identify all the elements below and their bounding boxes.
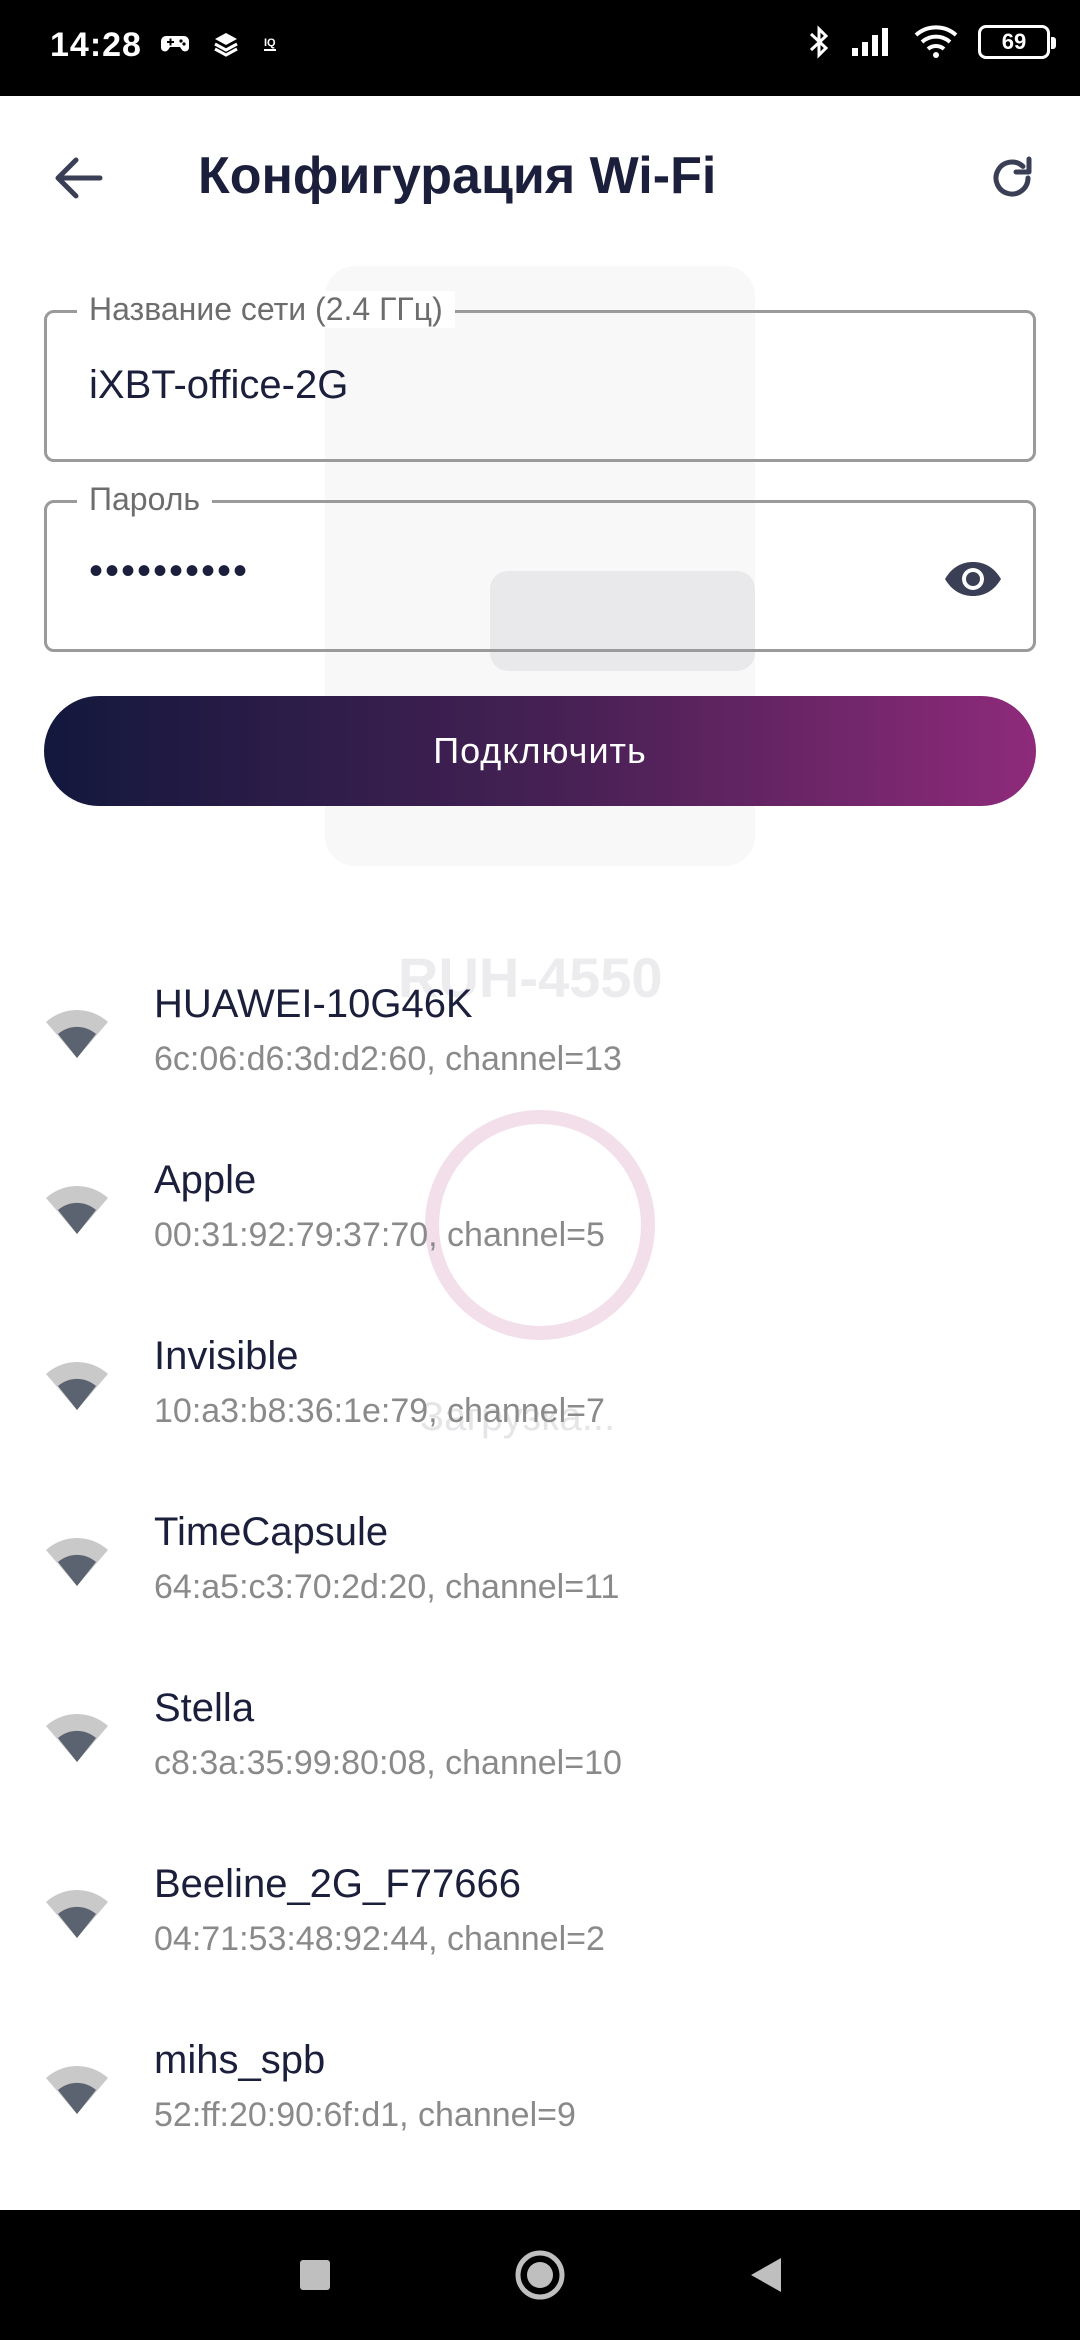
gamepad-icon [161,36,189,52]
refresh-icon [993,156,1032,197]
network-item[interactable]: mihs_spb 52:ff:20:90:6f:d1, channel=9 [0,2016,1080,2192]
wifi-signal-icon [46,1713,108,1762]
password-value[interactable]: •••••••••• [89,549,249,594]
refresh-button[interactable] [974,140,1050,216]
wifi-signal-icon [46,2065,108,2114]
svg-text:IQ: IQ [264,37,276,49]
network-name: Apple [154,1158,257,1202]
network-info: 10:a3:b8:36:1e:79, channel=7 [154,1392,605,1430]
arrow-left-icon [55,157,103,199]
eye-icon [945,562,1001,596]
status-bar: 14:28 IQ 69 [0,0,1080,96]
network-name: Invisible [154,1334,299,1378]
ssid-label: Название сети (2.4 ГГц) [77,291,455,328]
ssid-value[interactable]: iXBT-office-2G [89,363,348,408]
network-item[interactable]: HUAWEI-10G46K 6c:06:d6:3d:d2:60, channel… [0,960,1080,1136]
wifi-signal-icon [46,1185,108,1234]
network-name: Beeline_2G_F77666 [154,1862,521,1906]
toggle-password-visibility-button[interactable] [941,547,1005,611]
network-info: 64:a5:c3:70:2d:20, channel=11 [154,1568,620,1606]
iq-icon: IQ [264,37,276,51]
recents-button[interactable] [283,2243,347,2307]
back-nav-button[interactable] [733,2243,797,2307]
wifi-icon [914,25,958,58]
ssid-field[interactable]: Название сети (2.4 ГГц) iXBT-office-2G [44,291,1036,462]
wifi-signal-icon [46,1889,108,1938]
network-info: 00:31:92:79:37:70, channel=5 [154,1216,605,1254]
status-time: 14:28 [50,26,142,64]
network-name: TimeCapsule [154,1510,389,1554]
back-button[interactable] [40,140,116,216]
home-button[interactable] [508,2243,572,2307]
network-item[interactable]: Invisible 10:a3:b8:36:1e:79, channel=7 [0,1312,1080,1488]
page-title: Конфигурация Wi-Fi [198,147,717,205]
network-item[interactable]: Beeline_2G_F77666 04:71:53:48:92:44, cha… [0,1840,1080,2016]
connect-button[interactable]: Подключить [44,696,1036,806]
wifi-signal-icon [46,1009,108,1058]
home-circle-icon [515,2250,565,2300]
battery-level: 69 [1001,29,1027,54]
network-name: Stella [154,1686,255,1730]
back-triangle-icon [751,2258,781,2292]
network-name: HUAWEI-10G46K [154,982,473,1026]
system-nav-bar [0,2210,1080,2340]
network-info: 04:71:53:48:92:44, channel=2 [154,1920,605,1958]
wifi-signal-icon [46,1537,108,1586]
connect-button-label: Подключить [433,730,647,771]
app-bar: Конфигурация Wi-Fi [0,96,1080,256]
network-item[interactable]: Stella c8:3a:35:99:80:08, channel=10 [0,1664,1080,1840]
network-info: c8:3a:35:99:80:08, channel=10 [154,1744,622,1782]
network-info: 52:ff:20:90:6f:d1, channel=9 [154,2096,576,2134]
network-info: 6c:06:d6:3d:d2:60, channel=13 [154,1040,622,1078]
network-item[interactable]: TimeCapsule 64:a5:c3:70:2d:20, channel=1… [0,1488,1080,1664]
wifi-signal-icon [46,1361,108,1410]
battery-icon: 69 [978,25,1056,59]
layers-icon [214,33,238,57]
signal-icon [852,28,888,56]
network-name: mihs_spb [154,2038,326,2082]
bluetooth-icon [809,25,829,59]
network-item[interactable]: Apple 00:31:92:79:37:70, channel=5 [0,1136,1080,1312]
password-label: Пароль [77,481,213,518]
password-field[interactable]: Пароль •••••••••• [44,481,1036,652]
recents-square-icon [300,2260,330,2290]
